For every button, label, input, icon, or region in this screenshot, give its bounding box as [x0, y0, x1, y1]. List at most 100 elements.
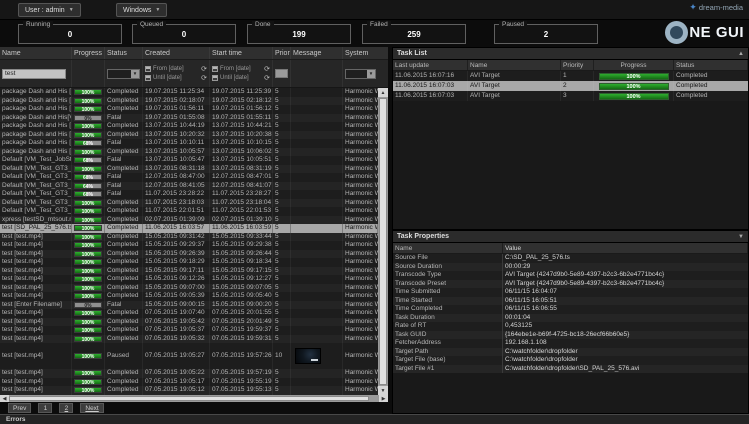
table-row[interactable]: test [test.mp4] 100% Completed 07.05.201…	[0, 318, 378, 327]
task-row[interactable]: 11.06.2015 16:07:03 AVI Target 2 100% Co…	[393, 81, 748, 91]
table-row[interactable]: package Dash and His [VM_Test 100% Compl…	[0, 131, 378, 140]
table-row[interactable]: Default [VM_Test_GT3_MPTS - ( 64% Fatal …	[0, 182, 378, 191]
column-header-priority[interactable]: Priority	[273, 47, 291, 59]
property-row[interactable]: Time Completed 06/11/15 16:06:55	[393, 305, 748, 314]
column-header-progress[interactable]: Progress	[594, 60, 674, 70]
video-thumbnail[interactable]	[295, 348, 321, 364]
property-row[interactable]: Target Path C:\watchfolder\dropfolder	[393, 348, 748, 357]
page-2-button[interactable]: 2	[59, 403, 73, 413]
task-row[interactable]: 11.06.2015 16:07:16 AVI Target 1 100% Co…	[393, 71, 748, 81]
created-from-filter[interactable]: From [date]	[153, 66, 199, 72]
scroll-up-icon[interactable]: ▲	[378, 88, 388, 97]
property-row[interactable]: Transcode Preset AVI Target {4247d9b0-5e…	[393, 280, 748, 289]
table-row[interactable]: test [test.mp4] 100% Completed 15.05.201…	[0, 241, 378, 250]
table-row[interactable]: Default [VM_Test_GT3_MPTS.ts 100% Comple…	[0, 207, 378, 216]
page-1-button[interactable]: 1	[38, 403, 52, 413]
name-filter-input[interactable]	[2, 69, 66, 79]
created-until-filter[interactable]: Until [date]	[153, 75, 199, 81]
table-row[interactable]: package Dash and His [VM_Test 68% Fatal …	[0, 139, 378, 148]
table-row[interactable]: Default [VM_Test_GT3_MPTS Co 100% Comple…	[0, 165, 378, 174]
property-row[interactable]: Target File (base) C:\watchfolder\dropfo…	[393, 356, 748, 365]
table-row[interactable]: package Dash and His[VM_Test_ 0% Fatal 1…	[0, 114, 378, 123]
task-list-title-bar[interactable]: Task List ▲	[393, 48, 748, 60]
column-header-last-update[interactable]: Last update	[393, 60, 468, 70]
windows-menu-button[interactable]: Windows ▼	[116, 3, 167, 17]
table-row[interactable]: test [test.mp4] 100% Completed 15.05.201…	[0, 258, 378, 267]
scroll-right-icon[interactable]: ▶	[379, 395, 388, 402]
column-header-created[interactable]: Created	[143, 47, 210, 59]
collapse-icon[interactable]: ▲	[738, 51, 744, 57]
status-filter-select[interactable]: ▼	[107, 69, 140, 79]
table-row[interactable]: test [test.mp4] 100% Paused 07.05.2015 1…	[0, 343, 378, 369]
column-header-status[interactable]: Status	[105, 47, 143, 59]
column-header-name[interactable]: Name	[468, 60, 561, 70]
table-row[interactable]: test [test.mp4] 100% Completed 07.05.201…	[0, 326, 378, 335]
calendar-icon[interactable]	[212, 75, 218, 81]
collapse-icon[interactable]: ▼	[738, 234, 744, 240]
property-row[interactable]: Target File #1 C:\watchfolder\dropfolder…	[393, 365, 748, 374]
start-from-filter[interactable]: From [date]	[220, 66, 262, 72]
table-row[interactable]: Default [VM_Test_JobStarter.xm 68% Fatal…	[0, 156, 378, 165]
refresh-icon[interactable]: ⟳	[264, 66, 270, 73]
column-header-name[interactable]: Name	[0, 47, 72, 59]
property-row[interactable]: Task GUID {164ebe1e-b69f-4725-bc18-26ecf…	[393, 331, 748, 340]
column-header-name[interactable]: Name	[393, 243, 503, 253]
table-row[interactable]: test [test.mp4] 100% Completed 15.05.201…	[0, 267, 378, 276]
horizontal-scroll-thumb[interactable]	[9, 396, 369, 401]
vertical-scroll-thumb[interactable]	[379, 98, 387, 385]
property-row[interactable]: Rate of RT 0,453125	[393, 322, 748, 331]
table-row[interactable]: package Dash and His [VM_Test 100% Compl…	[0, 148, 378, 157]
scroll-left-icon[interactable]: ◀	[0, 395, 9, 402]
property-row[interactable]: Time Submitted 06/11/15 16:04:07	[393, 288, 748, 297]
table-row[interactable]: test [test.mp4] 100% Completed 15.05.201…	[0, 250, 378, 259]
column-header-message[interactable]: Message	[291, 47, 343, 59]
property-row[interactable]: Transcode Type AVI Target {4247d9b0-5e89…	[393, 271, 748, 280]
calendar-icon[interactable]	[212, 66, 218, 72]
table-row[interactable]: Default [VM_Test_GT3_MPTS - ( 68% Fatal …	[0, 173, 378, 182]
table-row[interactable]: test [test.mp4] 100% Completed 15.05.201…	[0, 284, 378, 293]
refresh-icon[interactable]: ⟳	[201, 66, 207, 73]
table-row[interactable]: test [test.mp4] 100% Completed 15.05.201…	[0, 292, 378, 301]
table-row[interactable]: package Dash and His [VM_Test 100% Compl…	[0, 122, 378, 131]
table-row[interactable]: xpress [testSD_mtsout.mxf] 100% Complete…	[0, 216, 378, 225]
property-row[interactable]: Time Started 06/11/15 16:05:51	[393, 297, 748, 306]
property-row[interactable]: Source Duration 00:00:29	[393, 263, 748, 272]
table-row[interactable]: test [test.mp4] 100% Completed 07.05.201…	[0, 309, 378, 318]
start-until-filter[interactable]: Until [date]	[220, 75, 262, 81]
vertical-scrollbar[interactable]: ▲ ▼	[378, 88, 388, 395]
table-row[interactable]: Default [VM_Test_GT3_MPTS - ( 68% Fatal …	[0, 190, 378, 199]
table-row[interactable]: test [test.mp4] 100% Completed 07.05.201…	[0, 386, 378, 395]
table-row[interactable]: Default [VM_Test_GT3_MPTS.ts] 100% Compl…	[0, 199, 378, 208]
errors-bar[interactable]: Errors	[0, 414, 749, 424]
property-row[interactable]: FetcherAddress 192.168.1.108	[393, 339, 748, 348]
system-filter-select[interactable]: ▼	[345, 69, 376, 79]
next-page-button[interactable]: Next	[80, 403, 103, 413]
calendar-icon[interactable]	[145, 75, 151, 81]
table-row[interactable]: test [test.mp4] 100% Completed 15.05.201…	[0, 275, 378, 284]
column-header-status[interactable]: Status	[674, 60, 748, 70]
column-header-start-time[interactable]: Start time	[210, 47, 273, 59]
user-menu-button[interactable]: User : admin ▼	[18, 3, 81, 17]
column-header-value[interactable]: Value	[503, 243, 748, 253]
task-properties-title-bar[interactable]: Task Properties ▼	[393, 231, 748, 243]
table-row[interactable]: package Dash and His [VM_Test 100% Compl…	[0, 97, 378, 106]
table-row[interactable]: test [test.mp4] 100% Completed 07.05.201…	[0, 378, 378, 387]
property-row[interactable]: Task Duration 00:01:04	[393, 314, 748, 323]
priority-filter-input[interactable]	[275, 69, 288, 78]
table-row[interactable]: test [test.mp4] 100% Completed 15.05.201…	[0, 233, 378, 242]
table-row[interactable]: test [Enter Filename] 0% Fatal 15.05.201…	[0, 301, 378, 310]
refresh-icon[interactable]: ⟳	[264, 75, 270, 82]
column-header-system[interactable]: System	[343, 47, 388, 59]
column-header-priority[interactable]: Priority	[561, 60, 594, 70]
table-row[interactable]: test [test.mp4] 100% Completed 07.05.201…	[0, 335, 378, 344]
calendar-icon[interactable]	[145, 66, 151, 72]
column-header-progress[interactable]: Progress	[72, 47, 105, 59]
table-row[interactable]: package Dash and His [VM_Test 100% Compl…	[0, 88, 378, 97]
refresh-icon[interactable]: ⟳	[201, 75, 207, 82]
table-row[interactable]: test [test.mp4] 100% Completed 07.05.201…	[0, 369, 378, 378]
table-row[interactable]: test [SD_PAL_25_576.ts] 100% Completed 1…	[0, 224, 378, 233]
task-row[interactable]: 11.06.2015 16:07:03 AVI Target 3 100% Co…	[393, 91, 748, 101]
prev-page-button[interactable]: Prev	[8, 403, 31, 413]
scroll-down-icon[interactable]: ▼	[378, 386, 388, 395]
table-row[interactable]: package Dash and His [VM_Test 100% Compl…	[0, 105, 378, 114]
